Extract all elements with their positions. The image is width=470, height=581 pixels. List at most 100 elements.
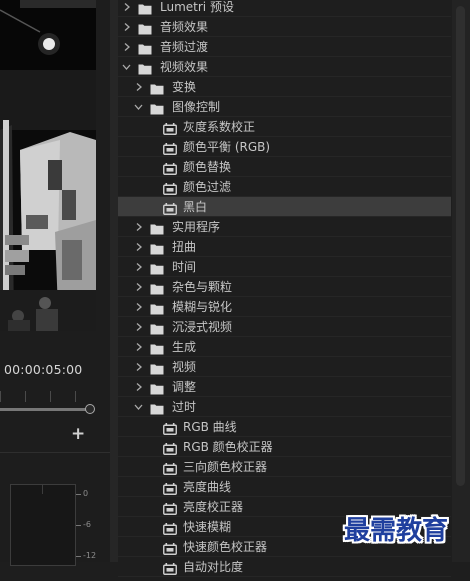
folder-icon — [150, 401, 164, 415]
chevron-down-icon[interactable] — [133, 97, 143, 117]
meter-tick — [76, 494, 81, 495]
effects-folder-row[interactable]: 变换 — [118, 77, 451, 97]
effects-folder-row[interactable]: 调整 — [118, 377, 451, 397]
chevron-right-icon[interactable] — [133, 337, 143, 357]
chevron-right-icon[interactable] — [121, 17, 131, 37]
scroll-thumb[interactable] — [456, 6, 465, 486]
folder-label: 调整 — [172, 380, 197, 394]
folder-label: 模糊与锐化 — [172, 300, 233, 314]
effect-icon — [163, 421, 177, 435]
folder-label: 时间 — [172, 260, 197, 274]
effect-label: 灰度系数校正 — [183, 120, 256, 134]
chevron-right-icon[interactable] — [133, 317, 143, 337]
folder-label: 视频 — [172, 360, 197, 374]
folder-icon — [150, 221, 164, 235]
playback-scrubber[interactable] — [0, 408, 92, 411]
effect-icon — [163, 561, 177, 575]
panel-resize-handle[interactable] — [110, 0, 118, 562]
ruler-tick — [0, 391, 1, 402]
effects-folder-row[interactable]: 音频过渡 — [118, 37, 451, 57]
chevron-right-icon[interactable] — [133, 277, 143, 297]
playhead-handle[interactable] — [85, 404, 95, 414]
effect-item-row[interactable]: RGB 曲线 — [118, 417, 451, 437]
add-button[interactable]: + — [71, 426, 85, 443]
folder-label: Lumetri 预设 — [160, 0, 234, 14]
folder-label: 过时 — [172, 400, 197, 414]
chevron-right-icon[interactable] — [121, 37, 131, 57]
folder-icon — [150, 261, 164, 275]
effects-folder-row[interactable]: 视频效果 — [118, 57, 451, 77]
effect-icon — [163, 521, 177, 535]
ruler-tick — [50, 391, 51, 402]
effects-folder-row[interactable]: 过时 — [118, 397, 451, 417]
effects-folder-row[interactable]: 生成 — [118, 337, 451, 357]
effects-folder-row[interactable]: 模糊与锐化 — [118, 297, 451, 317]
chevron-down-icon[interactable] — [133, 397, 143, 417]
chevron-right-icon[interactable] — [121, 0, 131, 17]
effect-icon — [163, 121, 177, 135]
effect-icon — [163, 201, 177, 215]
chevron-right-icon[interactable] — [133, 257, 143, 277]
effect-item-row[interactable]: 颜色过滤 — [118, 177, 451, 197]
video-frame-image — [0, 0, 96, 331]
folder-label: 变换 — [172, 80, 197, 94]
effect-item-row[interactable]: 黑白 — [118, 197, 451, 217]
meter-label: -6 — [83, 520, 91, 529]
ruler-tick — [25, 391, 26, 402]
chevron-down-icon[interactable] — [121, 57, 131, 77]
effect-label: 亮度校正器 — [183, 500, 244, 514]
chevron-right-icon[interactable] — [133, 217, 143, 237]
effects-folder-row[interactable]: Lumetri 预设 — [118, 0, 451, 17]
folder-icon — [138, 41, 152, 55]
effect-item-row[interactable]: 三向颜色校正器 — [118, 457, 451, 477]
audio-meter-scale: 0 -6 -12 — [76, 484, 104, 562]
effect-icon — [163, 181, 177, 195]
program-monitor-panel: 00:00:05:00 + 0 -6 -12 — [0, 0, 110, 566]
effect-label: 黑白 — [183, 200, 208, 214]
folder-icon — [150, 341, 164, 355]
effect-label: 颜色过滤 — [183, 180, 232, 194]
folder-label: 杂色与颗粒 — [172, 280, 233, 294]
effect-label: 三向颜色校正器 — [183, 460, 268, 474]
effects-folder-row[interactable]: 音频效果 — [118, 17, 451, 37]
chevron-right-icon[interactable] — [133, 237, 143, 257]
effect-label: RGB 曲线 — [183, 420, 237, 434]
chevron-right-icon[interactable] — [133, 377, 143, 397]
effects-folder-row[interactable]: 图像控制 — [118, 97, 451, 117]
effect-label: 颜色平衡 (RGB) — [183, 140, 271, 154]
effect-item-row[interactable]: 自动对比度 — [118, 557, 451, 577]
effects-folder-row[interactable]: 杂色与颗粒 — [118, 277, 451, 297]
folder-icon — [150, 381, 164, 395]
watermark-logo: 最需教育 — [344, 516, 449, 546]
meter-label: -12 — [83, 551, 97, 560]
folder-label: 扭曲 — [172, 240, 197, 254]
chevron-right-icon[interactable] — [133, 297, 143, 317]
chevron-right-icon[interactable] — [133, 77, 143, 97]
effect-icon — [163, 441, 177, 455]
effects-folder-row[interactable]: 沉浸式视频 — [118, 317, 451, 337]
effect-label: 颜色替换 — [183, 160, 232, 174]
folder-icon — [138, 1, 152, 15]
audio-meter — [10, 484, 76, 566]
effect-item-row[interactable]: 灰度系数校正 — [118, 117, 451, 137]
effect-item-row[interactable]: RGB 颜色校正器 — [118, 437, 451, 457]
effect-label: 自动对比度 — [183, 560, 244, 574]
effects-scrollbar[interactable] — [452, 0, 470, 562]
effect-item-row[interactable]: 颜色替换 — [118, 157, 451, 177]
effects-folder-row[interactable]: 时间 — [118, 257, 451, 277]
effect-icon — [163, 461, 177, 475]
folder-label: 沉浸式视频 — [172, 320, 233, 334]
folder-icon — [138, 21, 152, 35]
folder-icon — [150, 361, 164, 375]
effect-item-row[interactable]: 亮度曲线 — [118, 477, 451, 497]
effect-item-row[interactable]: 颜色平衡 (RGB) — [118, 137, 451, 157]
effects-folder-row[interactable]: 视频 — [118, 357, 451, 377]
folder-icon — [150, 101, 164, 115]
effects-folder-row[interactable]: 扭曲 — [118, 237, 451, 257]
timecode-display[interactable]: 00:00:05:00 — [4, 362, 82, 377]
chevron-right-icon[interactable] — [133, 357, 143, 377]
audio-meter-channel-split — [42, 484, 43, 494]
effects-folder-row[interactable]: 实用程序 — [118, 217, 451, 237]
effect-icon — [163, 541, 177, 555]
video-preview[interactable] — [0, 0, 96, 331]
